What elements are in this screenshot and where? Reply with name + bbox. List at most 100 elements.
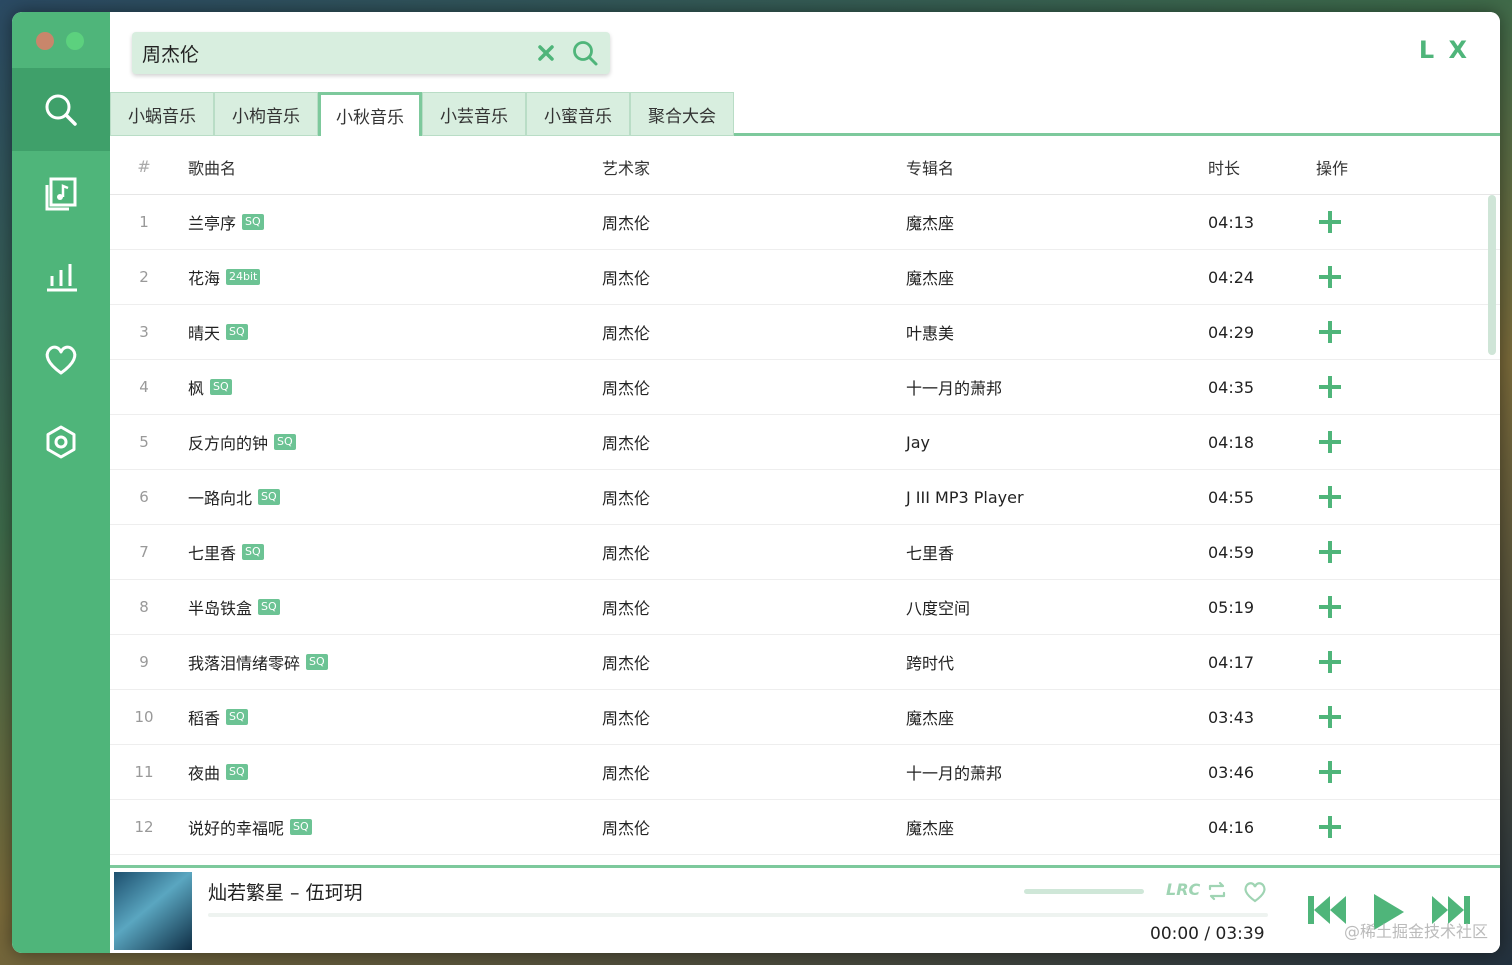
sidebar-item-charts[interactable] <box>12 234 110 317</box>
header-album: 专辑名 <box>906 158 955 178</box>
add-to-list-button[interactable] <box>1316 648 1344 676</box>
sidebar-item-settings[interactable] <box>12 400 110 483</box>
header-duration: 时长 <box>1208 158 1241 178</box>
table-row[interactable]: 9 我落泪情绪零碎 SQ 周杰伦 跨时代 04:17 <box>110 635 1500 690</box>
favorite-icon[interactable] <box>1242 880 1268 904</box>
sidebar <box>12 12 110 953</box>
artist-cell[interactable]: 周杰伦 <box>602 305 650 359</box>
scrollbar[interactable] <box>1488 195 1496 355</box>
artist-cell[interactable]: 周杰伦 <box>602 745 650 799</box>
album-cell[interactable]: 魔杰座 <box>906 800 954 854</box>
table-row[interactable]: 6 一路向北 SQ 周杰伦 J III MP3 Player 04:55 <box>110 470 1500 525</box>
chart-icon <box>47 263 77 291</box>
player-bar: 灿若繁星 – 伍珂玥 LRC 00:00 / 03:39 @稀土掘金技术社区 <box>110 865 1500 953</box>
row-index: 3 <box>139 323 149 341</box>
search-input[interactable] <box>142 42 532 64</box>
tab-source-1[interactable]: 小蜗音乐 <box>110 92 214 136</box>
artist-cell[interactable]: 周杰伦 <box>602 195 650 249</box>
song-name: 枫 <box>188 379 205 398</box>
album-cell[interactable]: 七里香 <box>906 525 954 579</box>
song-name-cell: 晴天 SQ <box>188 305 248 359</box>
quality-badge: SQ <box>258 599 280 615</box>
tab-source-4[interactable]: 小芸音乐 <box>422 92 526 136</box>
tab-source-6[interactable]: 聚合大会 <box>630 92 734 136</box>
duration-cell: 03:43 <box>1208 707 1255 727</box>
search-bar <box>132 32 610 74</box>
album-cell[interactable]: 魔杰座 <box>906 195 954 249</box>
tab-source-5[interactable]: 小蜜音乐 <box>526 92 630 136</box>
actions-cell <box>1316 305 1344 359</box>
album-cover[interactable] <box>114 872 192 950</box>
table-row[interactable]: 11 夜曲 SQ 周杰伦 十一月的萧邦 03:46 <box>110 745 1500 800</box>
search-submit-button[interactable] <box>570 38 600 68</box>
artist-cell[interactable]: 周杰伦 <box>602 690 650 744</box>
plus-icon <box>1319 431 1341 453</box>
artist-cell[interactable]: 周杰伦 <box>602 415 650 469</box>
quality-badge: SQ <box>226 324 248 340</box>
sidebar-item-library[interactable] <box>12 151 110 234</box>
table-row[interactable]: 7 七里香 SQ 周杰伦 七里香 04:59 <box>110 525 1500 580</box>
artist-cell[interactable]: 周杰伦 <box>602 360 650 414</box>
close-window-button[interactable] <box>36 32 54 50</box>
repeat-icon[interactable] <box>1206 880 1228 902</box>
row-index: 8 <box>139 598 149 616</box>
add-to-list-button[interactable] <box>1316 813 1344 841</box>
song-name: 兰亭序 <box>188 214 237 233</box>
plus-icon <box>1319 651 1341 673</box>
tab-source-3[interactable]: 小秋音乐 <box>318 92 422 136</box>
progress-bar[interactable] <box>208 913 1268 917</box>
album-cell[interactable]: 十一月的萧邦 <box>906 360 1002 414</box>
clear-search-button[interactable] <box>532 39 560 67</box>
table-row[interactable]: 3 晴天 SQ 周杰伦 叶惠美 04:29 <box>110 305 1500 360</box>
table-row[interactable]: 12 说好的幸福呢 SQ 周杰伦 魔杰座 04:16 <box>110 800 1500 855</box>
table-row[interactable]: 5 反方向的钟 SQ 周杰伦 Jay 04:18 <box>110 415 1500 470</box>
artist-cell[interactable]: 周杰伦 <box>602 525 650 579</box>
add-to-list-button[interactable] <box>1316 428 1344 456</box>
table-row[interactable]: 1 兰亭序 SQ 周杰伦 魔杰座 04:13 <box>110 195 1500 250</box>
volume-slider[interactable] <box>1024 889 1144 894</box>
artist-cell[interactable]: 周杰伦 <box>602 800 650 854</box>
table-row[interactable]: 8 半岛铁盒 SQ 周杰伦 八度空间 05:19 <box>110 580 1500 635</box>
artist-cell[interactable]: 周杰伦 <box>602 580 650 634</box>
add-to-list-button[interactable] <box>1316 263 1344 291</box>
actions-cell <box>1316 250 1344 304</box>
add-to-list-button[interactable] <box>1316 758 1344 786</box>
album-cell[interactable]: J III MP3 Player <box>906 470 1024 524</box>
sidebar-item-search[interactable] <box>12 68 110 151</box>
table-row[interactable]: 10 稻香 SQ 周杰伦 魔杰座 03:43 <box>110 690 1500 745</box>
close-icon <box>538 45 554 61</box>
add-to-list-button[interactable] <box>1316 593 1344 621</box>
song-name: 我落泪情绪零碎 <box>188 654 301 673</box>
add-to-list-button[interactable] <box>1316 483 1344 511</box>
duration-cell: 04:16 <box>1208 817 1255 837</box>
quality-badge: SQ <box>226 709 248 725</box>
minimize-window-button[interactable] <box>66 32 84 50</box>
table-header: # 歌曲名 艺术家 专辑名 时长 操作 <box>110 139 1500 195</box>
album-cell[interactable]: 魔杰座 <box>906 250 954 304</box>
plus-icon <box>1319 541 1341 563</box>
quality-badge: SQ <box>210 379 232 395</box>
album-cell[interactable]: 跨时代 <box>906 635 954 689</box>
album-cell[interactable]: Jay <box>906 415 930 469</box>
add-to-list-button[interactable] <box>1316 208 1344 236</box>
add-to-list-button[interactable] <box>1316 703 1344 731</box>
sidebar-item-favorites[interactable] <box>12 317 110 400</box>
add-to-list-button[interactable] <box>1316 318 1344 346</box>
add-to-list-button[interactable] <box>1316 373 1344 401</box>
album-cell[interactable]: 叶惠美 <box>906 305 954 359</box>
artist-cell[interactable]: 周杰伦 <box>602 250 650 304</box>
sidebar-nav <box>12 68 110 483</box>
table-row[interactable]: 2 花海 24bit 周杰伦 魔杰座 04:24 <box>110 250 1500 305</box>
artist-cell[interactable]: 周杰伦 <box>602 635 650 689</box>
album-cell[interactable]: 魔杰座 <box>906 690 954 744</box>
table-row[interactable]: 4 枫 SQ 周杰伦 十一月的萧邦 04:35 <box>110 360 1500 415</box>
duration-cell: 03:46 <box>1208 762 1255 782</box>
lyrics-toggle-button[interactable]: LRC <box>1166 880 1200 899</box>
quality-badge: SQ <box>306 654 328 670</box>
add-to-list-button[interactable] <box>1316 538 1344 566</box>
header-artist: 艺术家 <box>602 158 651 178</box>
album-cell[interactable]: 十一月的萧邦 <box>906 745 1002 799</box>
tab-source-2[interactable]: 小枸音乐 <box>214 92 318 136</box>
album-cell[interactable]: 八度空间 <box>906 580 970 634</box>
artist-cell[interactable]: 周杰伦 <box>602 470 650 524</box>
